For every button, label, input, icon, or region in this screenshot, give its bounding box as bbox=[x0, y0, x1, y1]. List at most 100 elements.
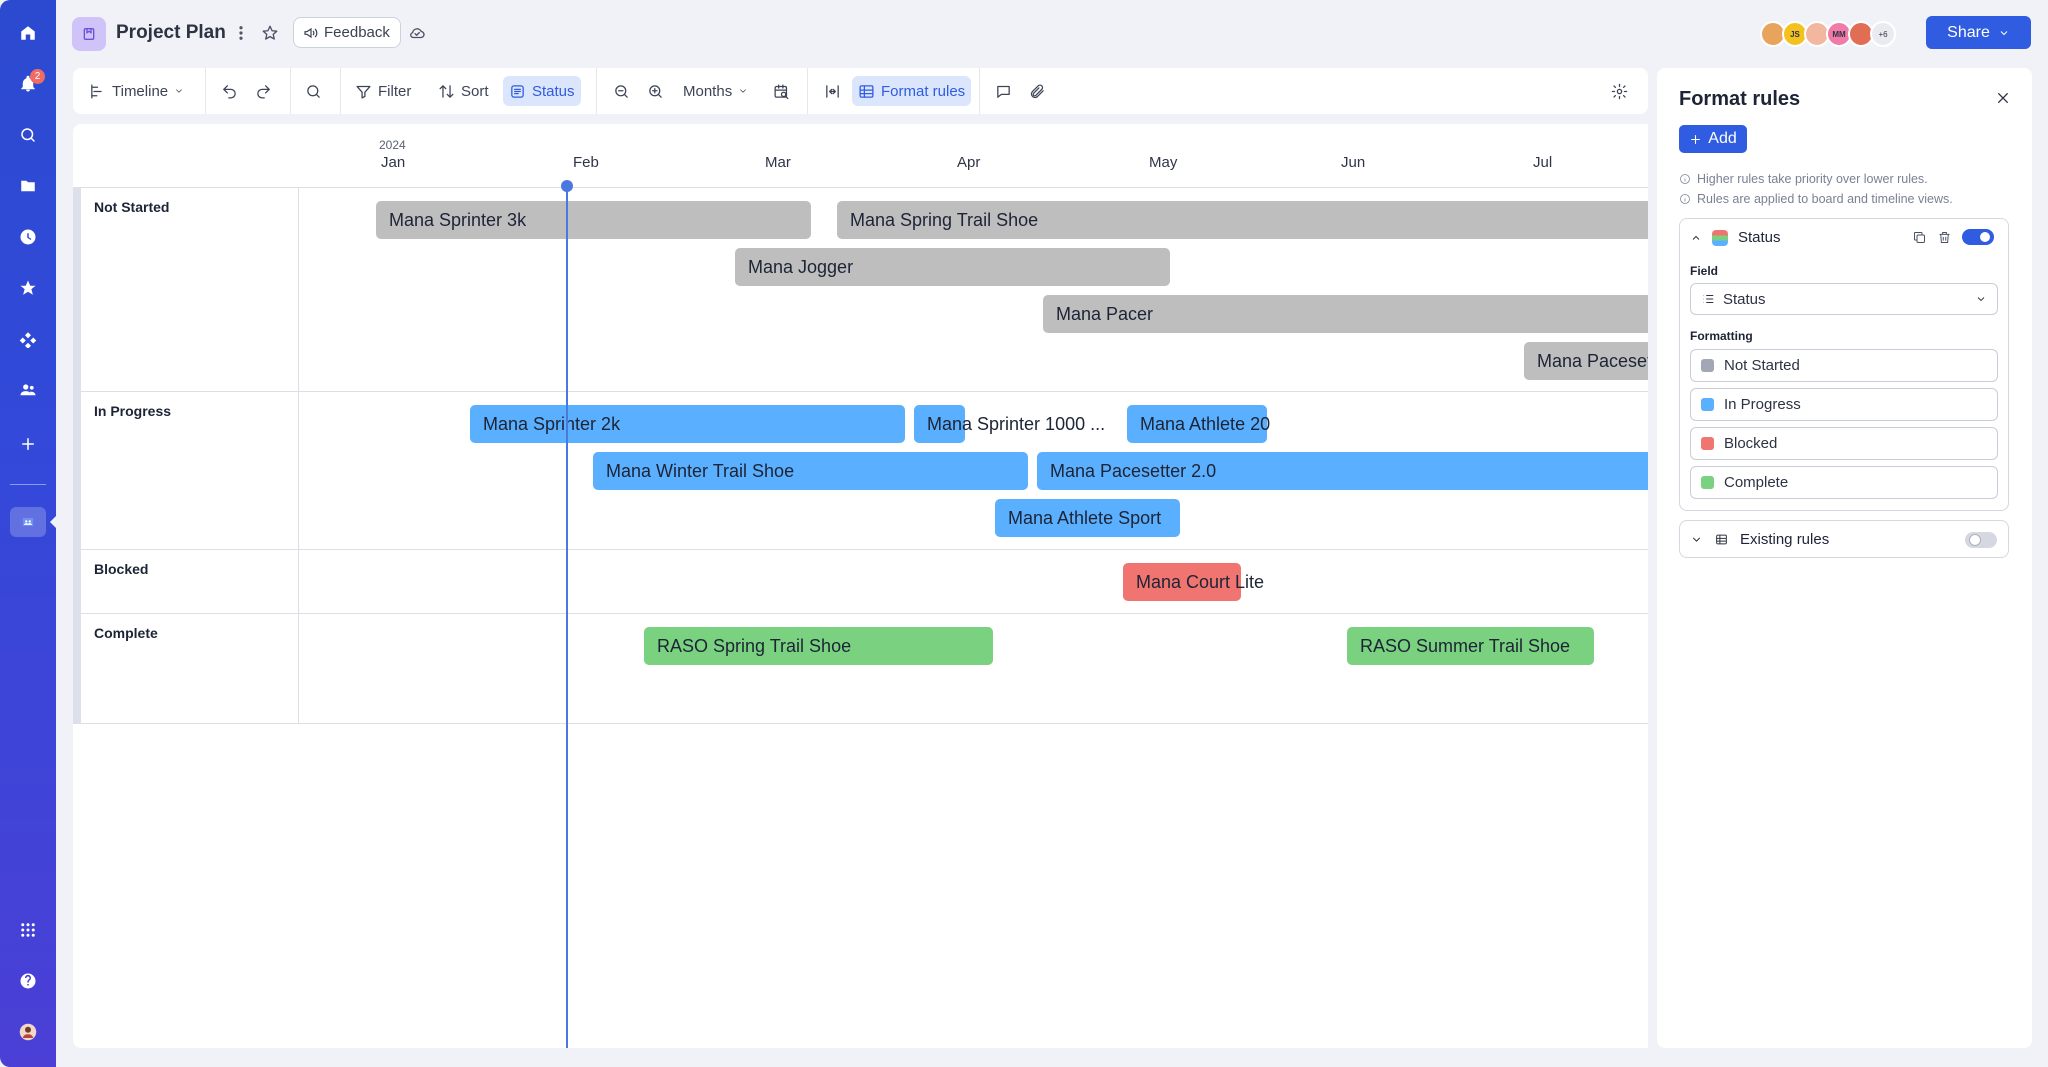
cloud-sync-icon[interactable] bbox=[406, 22, 428, 44]
workspace-icon[interactable] bbox=[14, 508, 42, 536]
timeline-item[interactable]: RASO Summer Trail Shoe bbox=[1347, 627, 1594, 665]
format-option-label: In Progress bbox=[1724, 396, 1801, 413]
favorite-star-icon[interactable] bbox=[259, 22, 281, 44]
color-swatch[interactable] bbox=[1701, 398, 1714, 411]
lane-divider bbox=[73, 549, 1648, 550]
timeline-item[interactable]: Mana Sprinter 1000 ... bbox=[914, 405, 1105, 443]
format-option-label: Complete bbox=[1724, 474, 1789, 491]
year-label: 2024 bbox=[379, 138, 406, 152]
gear-icon bbox=[1611, 83, 1628, 99]
view-switcher-label: Timeline bbox=[112, 82, 169, 100]
plus-icon[interactable] bbox=[14, 430, 42, 458]
clock-icon[interactable] bbox=[14, 223, 42, 251]
more-options-icon[interactable] bbox=[230, 22, 252, 44]
lane-divider bbox=[73, 723, 1648, 724]
redo-button[interactable] bbox=[249, 76, 278, 106]
redo-icon bbox=[257, 84, 270, 99]
info-note: Higher rules take priority over lower ru… bbox=[1679, 172, 1928, 186]
lane-label-in-progress: In Progress bbox=[94, 403, 172, 419]
month-label: Jun bbox=[1341, 154, 1366, 171]
timeline-item[interactable]: Mana Jogger bbox=[735, 248, 1170, 286]
view-settings-button[interactable] bbox=[1605, 76, 1634, 106]
share-button[interactable]: Share bbox=[1926, 16, 2031, 49]
timeline-item[interactable]: Mana Spring Trail Shoe bbox=[837, 201, 1648, 239]
format-option-not-started[interactable]: Not Started bbox=[1690, 349, 1998, 382]
folder-icon[interactable] bbox=[14, 172, 42, 200]
table-format-icon bbox=[859, 84, 874, 98]
field-select[interactable]: Status bbox=[1690, 283, 1998, 315]
timeline-item[interactable]: Mana Winter Trail Shoe bbox=[593, 452, 1028, 490]
search-button[interactable] bbox=[299, 76, 328, 106]
rule-enabled-toggle[interactable] bbox=[1962, 229, 1994, 245]
apps-icon[interactable] bbox=[14, 325, 42, 353]
color-swatch[interactable] bbox=[1701, 476, 1714, 489]
rail-divider bbox=[10, 484, 46, 485]
filter-button[interactable]: Filter bbox=[349, 76, 417, 106]
feedback-button[interactable]: Feedback bbox=[293, 17, 401, 48]
color-swatch[interactable] bbox=[1701, 437, 1714, 450]
duplicate-icon[interactable] bbox=[1912, 230, 1927, 245]
toolbar-divider bbox=[807, 68, 808, 114]
search-icon[interactable] bbox=[14, 121, 42, 149]
month-label: Jul bbox=[1533, 154, 1553, 171]
rule-actions bbox=[1912, 229, 1994, 245]
grid-apps-icon[interactable] bbox=[14, 916, 42, 944]
format-option-complete[interactable]: Complete bbox=[1690, 466, 1998, 499]
notification-badge: 2 bbox=[30, 69, 45, 84]
trash-icon[interactable] bbox=[1937, 230, 1952, 245]
go-to-date-button[interactable] bbox=[767, 76, 796, 106]
timeline-item[interactable]: Mana Athlete 20 bbox=[1127, 405, 1270, 443]
format-option-label: Not Started bbox=[1724, 357, 1800, 374]
comments-button[interactable] bbox=[989, 76, 1018, 106]
timeline-item[interactable]: Mana Sprinter 2k bbox=[470, 405, 905, 443]
rule-header[interactable]: Status bbox=[1690, 229, 1781, 246]
toolbar-divider bbox=[340, 68, 341, 114]
today-marker-line bbox=[566, 182, 568, 1048]
timeline-item[interactable]: Mana Sprinter 3k bbox=[376, 201, 811, 239]
existing-rules-card[interactable]: Existing rules bbox=[1679, 520, 2009, 558]
adjust-columns-button[interactable] bbox=[818, 76, 847, 106]
active-indicator bbox=[50, 516, 56, 528]
comment-icon bbox=[997, 85, 1010, 98]
info-icon bbox=[1680, 174, 1690, 184]
format-option-blocked[interactable]: Blocked bbox=[1690, 427, 1998, 460]
page-title: Project Plan bbox=[116, 22, 226, 43]
rule-name: Status bbox=[1738, 229, 1781, 246]
attachments-button[interactable] bbox=[1023, 76, 1052, 106]
timeline-item[interactable]: RASO Spring Trail Shoe bbox=[644, 627, 993, 665]
info-text: Higher rules take priority over lower ru… bbox=[1697, 172, 1928, 186]
time-scale-dropdown[interactable]: Months bbox=[677, 76, 754, 106]
add-rule-button[interactable]: Add bbox=[1679, 125, 1747, 153]
group-icon bbox=[511, 84, 524, 98]
user-avatar[interactable] bbox=[14, 1018, 42, 1046]
star-icon[interactable] bbox=[14, 274, 42, 302]
existing-rules-toggle[interactable] bbox=[1965, 532, 1997, 548]
chevron-down-icon[interactable] bbox=[1690, 533, 1703, 546]
format-option-in-progress[interactable]: In Progress bbox=[1690, 388, 1998, 421]
zoom-in-button[interactable] bbox=[641, 76, 670, 106]
zoom-out-button[interactable] bbox=[607, 76, 636, 106]
field-label: Field bbox=[1690, 264, 1719, 278]
timeline-item[interactable]: Mana Athlete Sport bbox=[995, 499, 1180, 537]
color-swatch[interactable] bbox=[1701, 359, 1714, 372]
timeline-item[interactable]: Mana Pacesetter 2.0 bbox=[1037, 452, 1648, 490]
today-marker-handle[interactable] bbox=[561, 180, 573, 192]
format-rules-button[interactable]: Format rules bbox=[852, 76, 972, 106]
timeline-item[interactable]: Mana Court Lite bbox=[1123, 563, 1264, 601]
home-icon[interactable] bbox=[14, 19, 42, 47]
existing-rules-header[interactable]: Existing rules bbox=[1690, 531, 1829, 548]
timeline-view[interactable]: 2024 Jan Feb Mar Apr May Jun Jul Not Sta… bbox=[73, 124, 1648, 1048]
timeline-item[interactable]: Mana Paceset bbox=[1524, 342, 1648, 380]
help-icon[interactable] bbox=[14, 967, 42, 995]
group-by-status-button[interactable]: Status bbox=[503, 76, 581, 106]
timeline-item[interactable]: Mana Pacer bbox=[1043, 295, 1648, 333]
view-switcher-button[interactable]: Timeline bbox=[83, 76, 190, 106]
people-icon[interactable] bbox=[14, 376, 42, 404]
status-rule-card: Status Field Status Formatting Not Start… bbox=[1679, 218, 2009, 511]
avatar-overflow-count[interactable]: +6 bbox=[1870, 21, 1896, 47]
close-panel-button[interactable] bbox=[1995, 90, 2015, 110]
sort-button[interactable]: Sort bbox=[432, 76, 495, 106]
format-option-label: Blocked bbox=[1724, 435, 1778, 452]
undo-button[interactable] bbox=[215, 76, 244, 106]
chevron-up-icon[interactable] bbox=[1690, 232, 1702, 244]
